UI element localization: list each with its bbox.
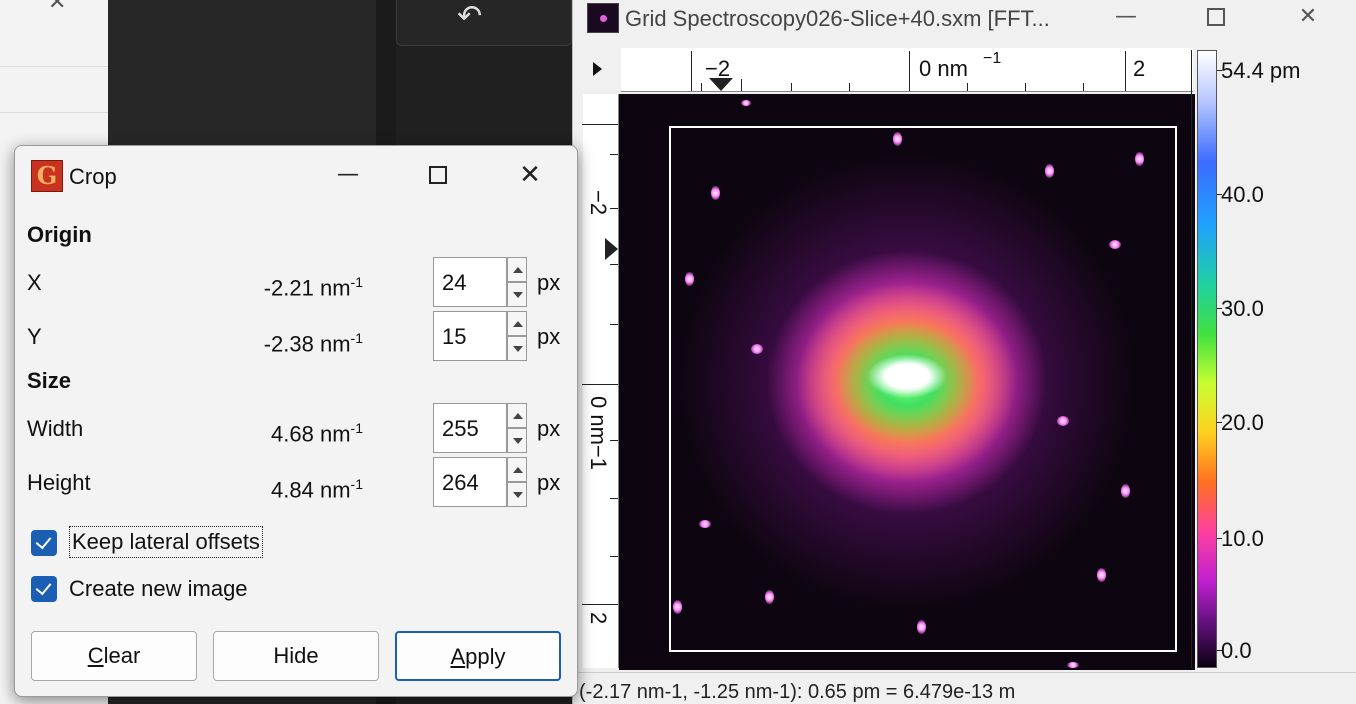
- decrement-button[interactable]: [507, 336, 527, 361]
- size-heading: Size: [27, 368, 72, 393]
- undo-icon: ↶: [457, 0, 483, 34]
- undo-button[interactable]: ↶: [396, 0, 572, 46]
- hide-button[interactable]: Hide: [213, 631, 379, 681]
- unit-label: px: [537, 270, 561, 295]
- expand-arrow-icon[interactable]: [593, 62, 602, 76]
- maximize-button[interactable]: [1193, 0, 1239, 36]
- keep-lateral-offsets-label[interactable]: Keep lateral offsets: [69, 526, 263, 558]
- app-icon: [587, 3, 619, 33]
- v-ruler-label: −2: [586, 190, 611, 216]
- v-ruler-label: 0 nm−1: [586, 396, 611, 470]
- clear-button[interactable]: Clear: [31, 631, 197, 681]
- fft-image-canvas[interactable]: [619, 94, 1195, 670]
- colorbar-axis-line: [1191, 50, 1192, 668]
- ruler-corner: [583, 48, 621, 94]
- close-button[interactable]: ✕: [1285, 0, 1331, 36]
- height-label: Height: [27, 470, 91, 495]
- h-ruler-label: 0 nm: [919, 56, 968, 81]
- decrement-button[interactable]: [507, 282, 527, 307]
- close-icon[interactable]: ✕: [48, 0, 66, 15]
- y-value: -2.38 nm-1: [263, 330, 363, 357]
- colorbar-label: 10.0: [1221, 526, 1264, 551]
- x-label: X: [27, 270, 42, 295]
- divider: [0, 66, 108, 67]
- colorbar: [1197, 50, 1217, 668]
- maximize-button[interactable]: [415, 158, 461, 194]
- colorbar-label: 20.0: [1221, 410, 1264, 435]
- increment-button[interactable]: [507, 311, 527, 336]
- close-button[interactable]: ✕: [507, 158, 553, 194]
- keep-lateral-offsets-checkbox[interactable]: [31, 530, 57, 556]
- vertical-ruler: −2 0 nm−1 2: [582, 94, 619, 668]
- x-value: -2.21 nm-1: [263, 274, 363, 301]
- x-spinner[interactable]: 24: [433, 257, 527, 307]
- y-spinner[interactable]: 15: [433, 311, 527, 361]
- apply-button[interactable]: Apply: [395, 631, 561, 681]
- status-bar: (-2.17 nm-1, -1.25 nm-1): 0.65 pm = 6.47…: [573, 672, 1356, 704]
- y-label: Y: [27, 324, 42, 349]
- width-input[interactable]: 255: [433, 403, 507, 453]
- colorbar-label: 0.0: [1221, 638, 1252, 663]
- height-spinner[interactable]: 264: [433, 457, 527, 507]
- increment-button[interactable]: [507, 257, 527, 282]
- y-input[interactable]: 15: [433, 311, 507, 361]
- window-title: Grid Spectroscopy026-Slice+40.sxm [FFT..…: [625, 6, 1050, 31]
- ruler-position-marker: [605, 238, 618, 260]
- fft-image-window: Grid Spectroscopy026-Slice+40.sxm [FFT..…: [572, 0, 1356, 704]
- colorbar-label: 30.0: [1221, 296, 1264, 321]
- width-value: 4.68 nm-1: [271, 420, 363, 447]
- status-readout: (-2.17 nm-1, -1.25 nm-1): 0.65 pm = 6.47…: [579, 681, 1016, 703]
- horizontal-ruler: −2 0 nm −1 2: [621, 48, 1193, 92]
- create-new-image-label[interactable]: Create new image: [69, 576, 248, 602]
- colorbar-max-label: 54.4 pm: [1221, 58, 1301, 83]
- colorbar-label: 40.0: [1221, 182, 1264, 207]
- origin-heading: Origin: [27, 222, 92, 247]
- divider: [0, 112, 108, 113]
- decrement-button[interactable]: [507, 482, 527, 507]
- increment-button[interactable]: [507, 457, 527, 482]
- title-bar[interactable]: G Crop — ✕: [15, 146, 577, 206]
- height-value: 4.84 nm-1: [271, 476, 363, 503]
- h-ruler-label: −1: [983, 50, 1002, 67]
- increment-button[interactable]: [507, 403, 527, 428]
- unit-label: px: [537, 470, 561, 495]
- title-bar[interactable]: Grid Spectroscopy026-Slice+40.sxm [FFT..…: [573, 0, 1356, 40]
- minimize-button[interactable]: —: [325, 158, 371, 194]
- unit-label: px: [537, 416, 561, 441]
- decrement-button[interactable]: [507, 428, 527, 453]
- height-input[interactable]: 264: [433, 457, 507, 507]
- x-input[interactable]: 24: [433, 257, 507, 307]
- width-spinner[interactable]: 255: [433, 403, 527, 453]
- width-label: Width: [27, 416, 84, 441]
- v-ruler-label: 2: [586, 612, 611, 625]
- minimize-button[interactable]: —: [1103, 0, 1149, 36]
- dialog-title: Crop: [69, 164, 117, 189]
- create-new-image-checkbox[interactable]: [31, 576, 57, 602]
- crop-dialog: G Crop — ✕ Origin X -2.21 nm-1 24 px Y -…: [14, 145, 578, 697]
- ruler-position-marker: [709, 78, 733, 91]
- h-ruler-label: 2: [1133, 56, 1146, 81]
- unit-label: px: [537, 324, 561, 349]
- app-icon: G: [31, 160, 63, 192]
